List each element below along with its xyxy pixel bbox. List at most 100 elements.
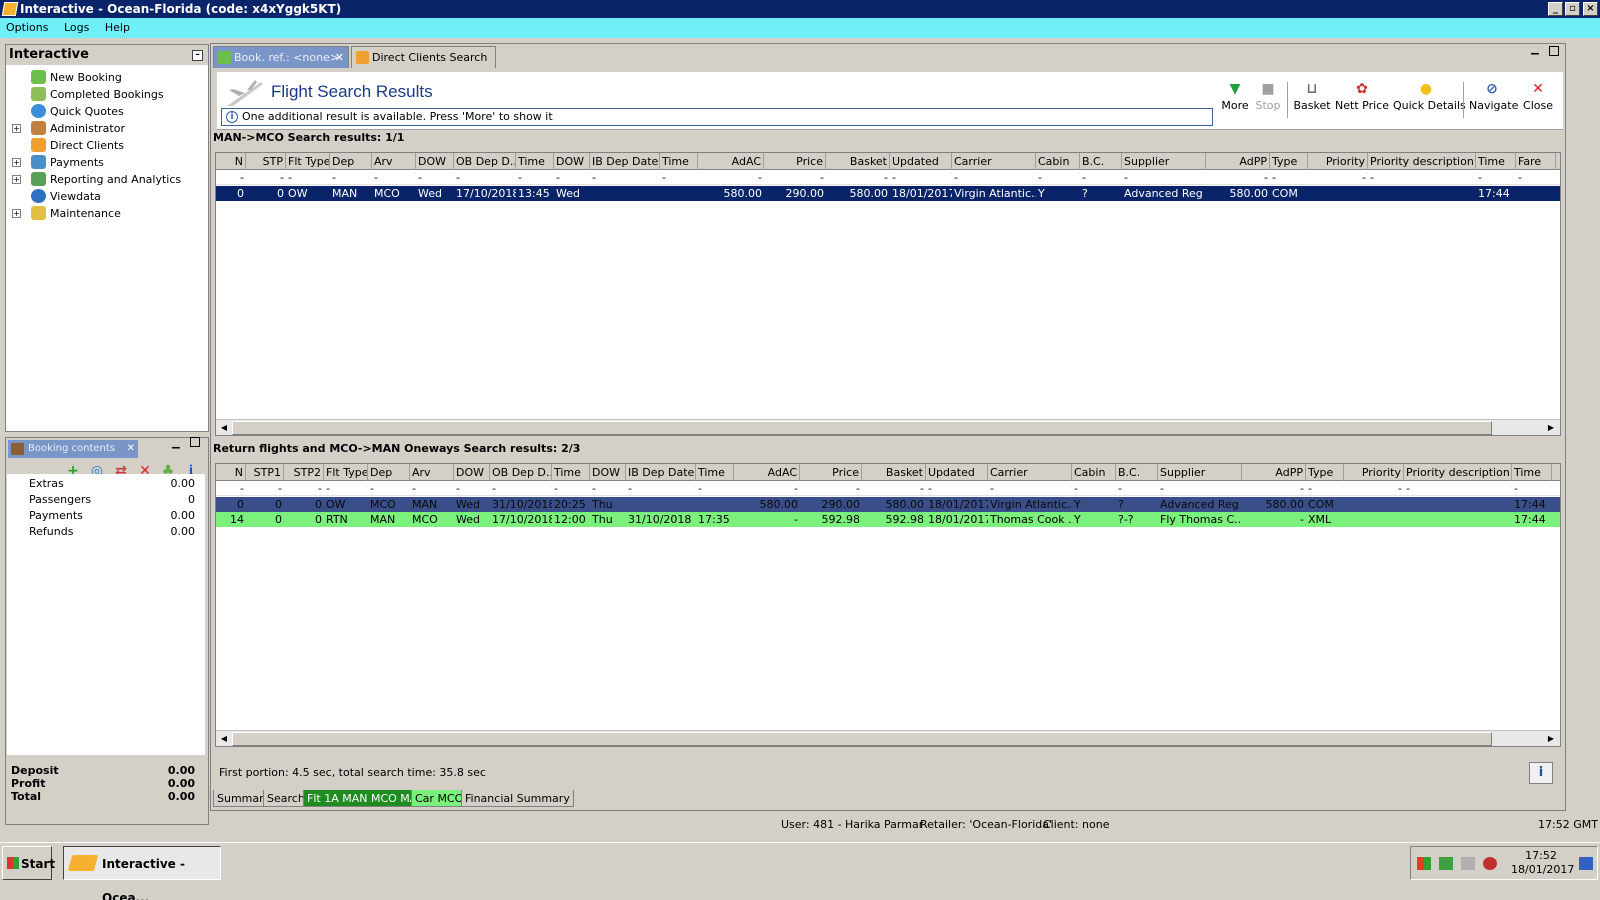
column-header[interactable]: Arv xyxy=(410,464,454,481)
taskbar-item-interactive[interactable]: Interactive - Ocea... xyxy=(63,846,221,900)
nav-item-payments[interactable]: + Payments xyxy=(6,154,206,171)
windows-flag-icon[interactable] xyxy=(1417,857,1431,870)
table-row[interactable]: 0 0 0 OW MCO MAN Wed 31/10/2018 20:25 Thu 580.00 29… xyxy=(216,497,1560,512)
filter-cell[interactable]: - xyxy=(216,170,246,185)
filter-cell[interactable]: - xyxy=(1116,481,1158,496)
horizontal-scrollbar[interactable]: ◀ ▶ xyxy=(216,730,1560,746)
stop-button[interactable]: ■ Stop xyxy=(1251,80,1285,124)
scroll-thumb[interactable] xyxy=(232,421,1492,435)
column-header[interactable]: Basket xyxy=(862,464,926,481)
tab-car[interactable]: Car MCO xyxy=(411,790,468,807)
column-header[interactable]: Priority xyxy=(1308,153,1368,170)
filter-cell[interactable]: - xyxy=(490,481,552,496)
nav-item-direct-clients[interactable]: Direct Clients xyxy=(6,137,206,154)
filter-cell[interactable]: - xyxy=(324,481,368,496)
minimize-button[interactable]: _ xyxy=(1548,2,1563,16)
menu-help[interactable]: Help xyxy=(99,18,136,38)
column-header[interactable]: Time xyxy=(660,153,698,170)
nav-item-reporting[interactable]: + Reporting and Analytics xyxy=(6,171,206,188)
filter-cell[interactable]: - xyxy=(660,170,698,185)
column-header[interactable]: Time xyxy=(552,464,590,481)
info-button[interactable]: i xyxy=(1529,762,1553,784)
tab-direct-clients-search[interactable]: Direct Clients Search xyxy=(351,46,496,68)
filter-cell[interactable]: - xyxy=(554,170,590,185)
column-header[interactable]: Type xyxy=(1306,464,1344,481)
column-header[interactable]: STP2 xyxy=(284,464,324,481)
filter-cell[interactable]: - xyxy=(1080,170,1122,185)
filter-cell[interactable]: - xyxy=(368,481,410,496)
scroll-right-icon[interactable]: ▶ xyxy=(1544,421,1558,435)
column-header[interactable]: N xyxy=(216,153,246,170)
nav-item-administrator[interactable]: + Administrator xyxy=(6,120,206,137)
column-header[interactable]: Updated xyxy=(890,153,952,170)
filter-cell[interactable]: - xyxy=(862,481,926,496)
close-button[interactable]: ✕ Close xyxy=(1521,80,1555,124)
tab-financial-summary[interactable]: Financial Summary xyxy=(461,790,574,807)
filter-cell[interactable]: - xyxy=(1512,481,1552,496)
maximize-icon[interactable] xyxy=(190,437,200,447)
show-desktop-icon[interactable] xyxy=(1579,857,1593,870)
filter-cell[interactable]: - xyxy=(516,170,554,185)
column-header[interactable]: Cabin xyxy=(1072,464,1116,481)
quick-details-button[interactable]: ● Quick Details xyxy=(1393,80,1466,124)
basket-button[interactable]: ⊔ Basket xyxy=(1293,80,1331,124)
expand-icon[interactable]: + xyxy=(12,158,21,167)
expand-icon[interactable]: + xyxy=(12,175,21,184)
navigate-button[interactable]: ⊘ Navigate xyxy=(1469,80,1518,124)
filter-cell[interactable]: - xyxy=(988,481,1072,496)
filter-cell[interactable]: - xyxy=(372,170,416,185)
filter-cell[interactable]: - xyxy=(284,481,324,496)
column-header[interactable]: Dep xyxy=(330,153,372,170)
column-header[interactable]: Dep xyxy=(368,464,410,481)
column-header[interactable]: Supplier xyxy=(1122,153,1206,170)
filter-cell[interactable]: - xyxy=(1122,170,1206,185)
column-header[interactable]: Type xyxy=(1270,153,1308,170)
nav-item-viewdata[interactable]: Viewdata xyxy=(6,188,206,205)
column-header[interactable]: OB Dep D... xyxy=(454,153,516,170)
filter-cell[interactable]: - xyxy=(410,481,454,496)
column-header[interactable]: Price xyxy=(764,153,826,170)
column-header[interactable]: DOW xyxy=(590,464,626,481)
nav-item-completed-bookings[interactable]: Completed Bookings xyxy=(6,86,206,103)
nett-price-button[interactable]: ✿ Nett Price xyxy=(1335,80,1389,124)
column-header[interactable]: Supplier xyxy=(1158,464,1242,481)
column-header[interactable]: AdPP xyxy=(1206,153,1270,170)
close-tab-icon[interactable]: ✕ xyxy=(335,47,344,69)
filter-cell[interactable]: - xyxy=(800,481,862,496)
column-header[interactable]: Carrier xyxy=(988,464,1072,481)
column-header[interactable]: DOW xyxy=(454,464,490,481)
column-header[interactable]: Priority description xyxy=(1368,153,1476,170)
filter-row[interactable]: ------------------------- xyxy=(216,481,1560,496)
filter-cell[interactable]: - xyxy=(952,170,1036,185)
column-header[interactable]: IB Dep Date xyxy=(590,153,660,170)
filter-cell[interactable]: - xyxy=(590,170,660,185)
scroll-left-icon[interactable]: ◀ xyxy=(217,421,231,435)
column-header[interactable]: DOW xyxy=(554,153,590,170)
column-header[interactable]: N xyxy=(216,464,246,481)
menu-logs[interactable]: Logs xyxy=(58,18,95,38)
filter-cell[interactable]: - xyxy=(216,481,246,496)
column-header[interactable]: Priority xyxy=(1344,464,1404,481)
menu-options[interactable]: Options xyxy=(0,18,54,38)
column-header[interactable]: B.C. xyxy=(1116,464,1158,481)
filter-cell[interactable]: - xyxy=(552,481,590,496)
column-header[interactable]: AdAC xyxy=(734,464,800,481)
column-header[interactable]: DOW xyxy=(416,153,454,170)
column-header[interactable]: Time xyxy=(516,153,554,170)
column-header[interactable]: Price xyxy=(800,464,862,481)
column-header[interactable]: Time xyxy=(1512,464,1552,481)
filter-cell[interactable]: - xyxy=(246,170,286,185)
filter-cell[interactable]: - xyxy=(764,170,826,185)
column-header[interactable]: OB Dep D... xyxy=(490,464,552,481)
minimize-icon[interactable]: ▁ xyxy=(172,438,180,449)
filter-cell[interactable]: - xyxy=(1242,481,1306,496)
column-header[interactable]: STP xyxy=(246,153,286,170)
minimize-icon[interactable]: ▁ xyxy=(1531,44,1539,55)
filter-cell[interactable]: - xyxy=(1516,170,1556,185)
nav-item-quick-quotes[interactable]: Quick Quotes xyxy=(6,103,206,120)
scroll-right-icon[interactable]: ▶ xyxy=(1544,732,1558,746)
booking-contents-tab[interactable]: Booking contents ✕ xyxy=(8,440,138,458)
expand-icon[interactable]: + xyxy=(12,209,21,218)
filter-cell[interactable]: - xyxy=(590,481,626,496)
filter-cell[interactable]: - xyxy=(454,481,490,496)
